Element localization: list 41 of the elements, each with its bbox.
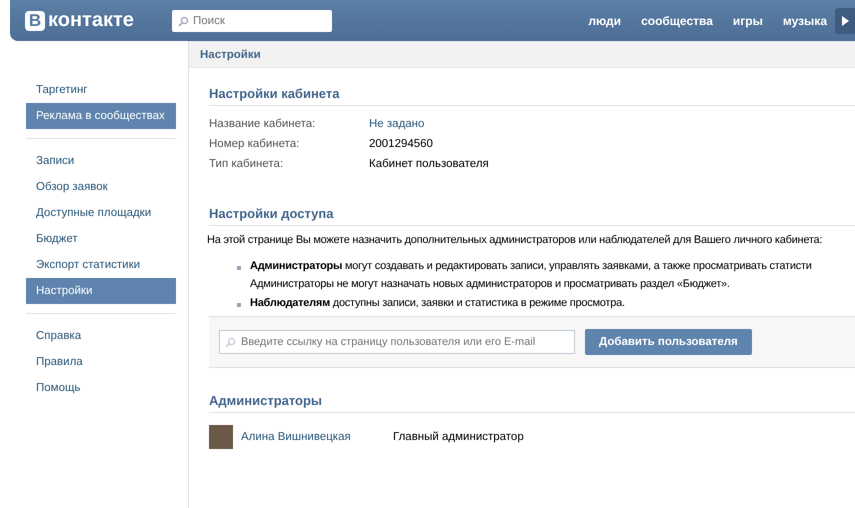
sidebar-item[interactable]: Настройки <box>26 278 176 304</box>
bullet-text: Наблюдателям доступны записи, заявки и статистика в режиме просмотра. <box>250 297 625 309</box>
field-value: Кабинет пользователя <box>369 158 489 170</box>
sidebar-item[interactable]: Доступные площадки <box>26 200 176 226</box>
sidebar-item[interactable]: Реклама в сообществах <box>26 103 176 129</box>
section-heading: Настройки доступа <box>209 206 855 226</box>
field-value-link[interactable]: Не задано <box>369 118 424 130</box>
field-label: Название кабинета: <box>209 118 316 130</box>
nav-link[interactable]: сообщества <box>641 14 713 28</box>
sidebar-item[interactable]: Помощь <box>26 375 176 401</box>
intro-text: На этой странице Вы можете назначить дополнительных администраторов или наблюдателей для Вашего личного кабинета: <box>207 234 824 246</box>
sidebar-item[interactable]: Обзор заявок <box>26 174 176 200</box>
sidebar-item[interactable]: Правила <box>26 349 176 375</box>
field-label: Тип кабинета: <box>209 158 284 170</box>
logo-text[interactable]: контакте <box>48 9 134 32</box>
section-heading: Администраторы <box>209 393 855 413</box>
add-user-button[interactable]: Добавить пользователя <box>585 329 752 355</box>
field-value: 2001294560 <box>369 138 433 150</box>
sidebar-item[interactable]: Бюджет <box>26 226 176 252</box>
nav-link[interactable]: музыка <box>782 14 827 28</box>
sidebar-item[interactable]: Таргетинг <box>26 77 176 103</box>
logo-letter[interactable]: В <box>25 10 45 30</box>
bullet-icon <box>237 266 241 270</box>
bullet-text: Администраторы могут создавать и редактировать записи, управлять заявками, а также просматривать статисти <box>250 260 812 272</box>
admin-role: Главный администратор <box>393 431 524 443</box>
sidebar-item[interactable]: Экспорт статистики <box>26 252 176 278</box>
user-link-field[interactable]: Введите ссылку на страницу пользователя или его E-mail <box>219 330 575 354</box>
sidebar-item[interactable]: Записи <box>26 148 176 174</box>
nav-link[interactable]: люди <box>588 14 622 28</box>
admin-name-link[interactable]: Алина Вишнивецкая <box>241 431 393 443</box>
field-label: Номер кабинета: <box>209 138 300 150</box>
sidebar-item[interactable]: Справка <box>26 323 176 349</box>
bullet-icon <box>237 303 241 307</box>
bullet-text: Администраторы не могут назначать новых администраторов и просматривать раздел «Бюджет». <box>250 278 731 290</box>
section-heading: Настройки кабинета <box>209 86 855 106</box>
more-button[interactable] <box>835 8 855 34</box>
page-title: Настройки <box>200 48 261 60</box>
search-field[interactable]: Поиск <box>172 10 332 32</box>
avatar-photo-placeholder <box>209 425 233 449</box>
nav-link[interactable]: игры <box>732 14 763 28</box>
play-icon <box>842 16 848 26</box>
